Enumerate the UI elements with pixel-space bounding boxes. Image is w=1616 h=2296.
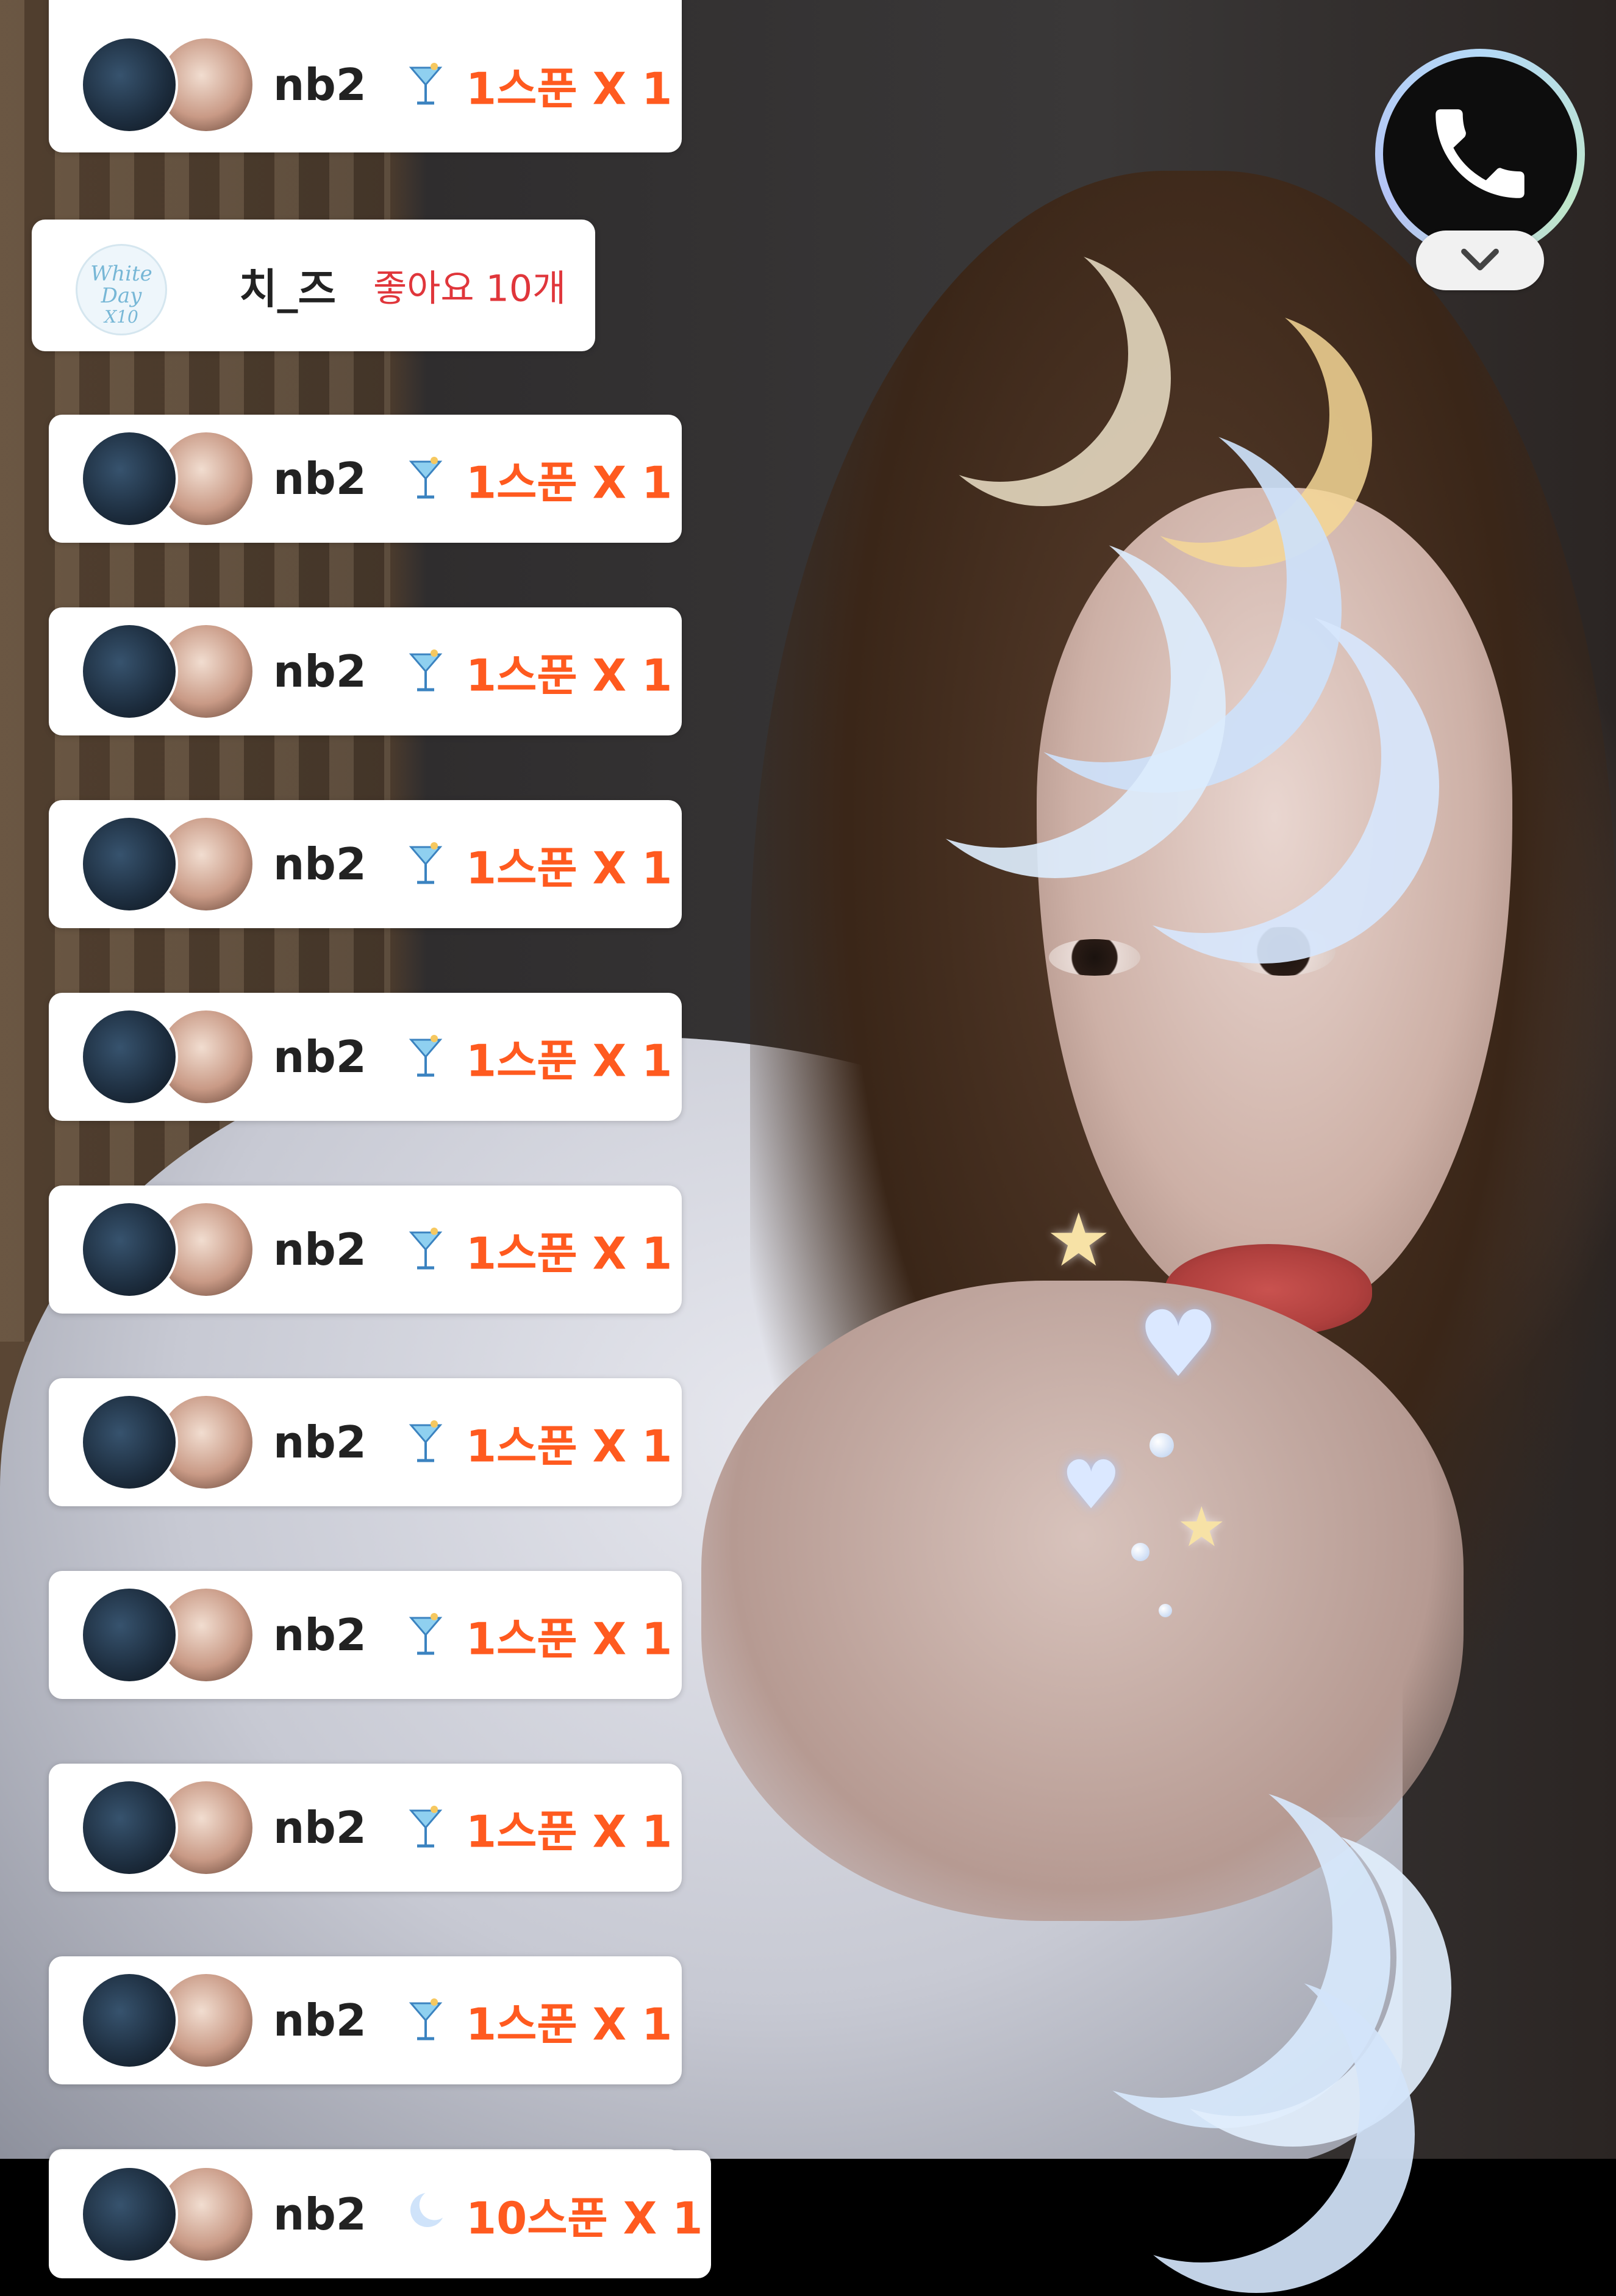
gift-message-card: nb2 10스푼 X 1 [49,2150,711,2278]
gift-text: 1스푼 X 1 [466,457,673,509]
moon-sticker [1085,610,1439,964]
gift-text: 1스푼 X 1 [466,1998,673,2050]
gift-text: 1스푼 X 1 [466,63,673,115]
username[interactable]: nb2 [273,1224,366,1275]
star-sticker: ★ [1046,1198,1112,1283]
avatar[interactable] [80,36,178,134]
chevron-down-icon [1461,248,1499,271]
gift-text: 1스푼 X 1 [466,1613,673,1665]
avatar[interactable] [80,2165,178,2263]
gift-text: 1스푼 X 1 [466,649,673,701]
cocktail-icon [407,1611,444,1659]
cocktail-icon [407,1032,444,1081]
cocktail-icon [407,1996,444,2045]
avatar[interactable] [80,1972,178,2069]
avatar[interactable] [80,1008,178,1106]
gift-text: 1스푼 X 1 [466,842,673,894]
gift-message-card: nb2 1스푼 X 1 [49,800,682,928]
username[interactable]: nb2 [273,1031,366,1082]
gift-message-card: nb2 1스푼 X 1 [49,1764,682,1892]
avatar[interactable] [80,1586,178,1684]
gift-message-card: nb2 1스푼 X 1 [49,1378,682,1506]
gift-message-card: nb2 1스푼 X 1 [49,415,682,543]
cocktail-icon [407,60,444,109]
cocktail-icon [407,1803,444,1852]
avatar[interactable] [80,1201,178,1298]
gift-text: 1스푼 X 1 [466,1420,673,1472]
avatar[interactable] [80,1393,178,1491]
username[interactable]: 치_즈 [239,256,336,316]
gift-message-card: nb2 1스푼 X 1 [49,1186,682,1314]
username[interactable]: nb2 [273,453,366,504]
avatar[interactable] [80,430,178,528]
avatar-text: White [90,262,152,286]
gift-message-card: nb2 1스푼 X 1 [49,1571,682,1699]
bubble-sticker [1159,1604,1172,1617]
cocktail-icon [407,454,444,503]
gift-text: 10스푼 X 1 [466,2192,703,2244]
phone-icon [1435,109,1525,198]
bubble-sticker [1131,1543,1149,1561]
username[interactable]: nb2 [273,2189,366,2240]
cocktail-icon [407,840,444,889]
username[interactable]: nb2 [273,1417,366,1468]
collapse-toggle-button[interactable] [1416,231,1544,290]
heart-sticker: ♥ [1061,1446,1121,1524]
gift-text: 1스푼 X 1 [466,1228,673,1279]
streamer-arm [701,1281,1464,1921]
gift-message-card: nb2 1스푼 X 1 [49,993,682,1121]
streamer-eye-left [1049,939,1140,976]
gift-text: 1스푼 X 1 [466,1806,673,1858]
cocktail-icon [407,1418,444,1467]
bubble-sticker [1149,1433,1174,1457]
username[interactable]: nb2 [273,1995,366,2046]
username[interactable]: nb2 [273,59,366,110]
username[interactable]: nb2 [273,839,366,890]
like-count-text: 좋아요 10개 [373,267,567,310]
heart-sticker: ♥ [1137,1292,1220,1398]
avatar[interactable] [80,815,178,913]
like-message-card: White Day X10 치_즈 좋아요 10개 [32,220,595,351]
gift-message-card: nb2 1스푼 X 1 [49,1956,682,2084]
cocktail-icon [407,1225,444,1274]
gift-text: 1스푼 X 1 [466,1035,673,1087]
avatar[interactable] [80,1779,178,1876]
avatar[interactable] [80,623,178,720]
moon-sticker [1098,1976,1415,2293]
gift-message-card: nb2 1스푼 X 1 [49,607,682,735]
avatar[interactable]: White Day X10 [76,244,167,335]
live-stream-view: ★ ★ ♥ ♥ White Day X10 치_즈 좋아요 10개 nb2 1스푼… [0,0,1616,2296]
avatar-text: X10 [104,307,138,327]
cocktail-icon [407,647,444,696]
star-sticker: ★ [1177,1495,1226,1559]
avatar-text: Day [101,284,142,308]
username[interactable]: nb2 [273,1609,366,1661]
username[interactable]: nb2 [273,646,366,697]
username[interactable]: nb2 [273,1802,366,1853]
moon-icon [407,2190,450,2239]
gift-message-card: nb2 1스푼 X 1 [49,0,682,152]
